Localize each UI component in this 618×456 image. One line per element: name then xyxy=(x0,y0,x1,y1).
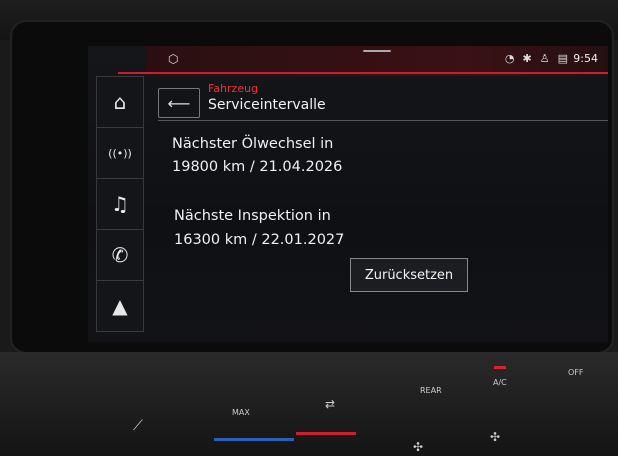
navigation-icon[interactable]: ▲ xyxy=(96,280,144,332)
ac-button[interactable]: A/C xyxy=(493,378,507,387)
music-icon[interactable]: ♫ xyxy=(96,178,144,229)
clock: 9:54 xyxy=(573,52,598,65)
home-icon[interactable]: ⌂ xyxy=(96,76,144,127)
oil-change-value: 19800 km / 21.04.2026 xyxy=(172,159,343,175)
person-icon: ♙ xyxy=(539,52,550,65)
sidebar: ⌂ ((•)) ♫ ✆ ▲ xyxy=(96,76,144,342)
temp-bar-cold xyxy=(214,438,294,441)
infotainment-screen: ⬡ ◔ ✱ ♙ ▤ 9:54 ⌂ ((•)) ♫ ✆ ▲ ⟵ Fahrzeug … xyxy=(88,46,608,342)
header-divider xyxy=(158,120,608,121)
status-icons: ◔ ✱ ♙ ▤ xyxy=(505,52,568,65)
header: ⟵ Fahrzeug Serviceintervalle xyxy=(158,76,608,121)
rear-defrost-button[interactable]: REAR xyxy=(420,386,442,395)
accent-line xyxy=(118,72,608,74)
fan-speed-icon[interactable]: ✣ xyxy=(490,430,500,444)
page-title: Serviceintervalle xyxy=(208,97,326,113)
temp-bar-warm xyxy=(296,432,356,435)
oil-change-label: Nächster Ölwechsel in xyxy=(172,136,334,152)
max-defrost-button[interactable]: MAX xyxy=(232,408,250,417)
ac-indicator xyxy=(494,366,506,369)
phone-icon[interactable]: ✆ xyxy=(96,229,144,280)
back-arrow-icon: ⟵ xyxy=(167,93,191,113)
recirculation-icon[interactable]: ⇄ xyxy=(325,397,335,411)
back-button[interactable]: ⟵ xyxy=(158,88,200,118)
bluetooth-icon: ✱ xyxy=(522,52,532,65)
climate-console: MAX REAR A/C OFF ⇄ ⟋ ✣ ✣ xyxy=(0,352,618,456)
fan-icon[interactable]: ✣ xyxy=(413,440,423,454)
seat-icon[interactable]: ⟋ xyxy=(133,418,143,434)
radio-icon[interactable]: ((•)) xyxy=(96,127,144,178)
signal-icon: ▤ xyxy=(557,52,568,65)
off-button[interactable]: OFF xyxy=(568,368,584,377)
inspection-label: Nächste Inspektion in xyxy=(174,208,331,224)
reset-button[interactable]: Zurücksetzen xyxy=(350,258,468,292)
settings-cube-icon[interactable]: ⬡ xyxy=(168,52,178,66)
pull-down-handle[interactable] xyxy=(363,50,391,52)
breadcrumb[interactable]: Fahrzeug xyxy=(208,82,258,95)
inspection-value: 16300 km / 22.01.2027 xyxy=(174,232,345,248)
wifi-icon: ◔ xyxy=(504,52,515,65)
